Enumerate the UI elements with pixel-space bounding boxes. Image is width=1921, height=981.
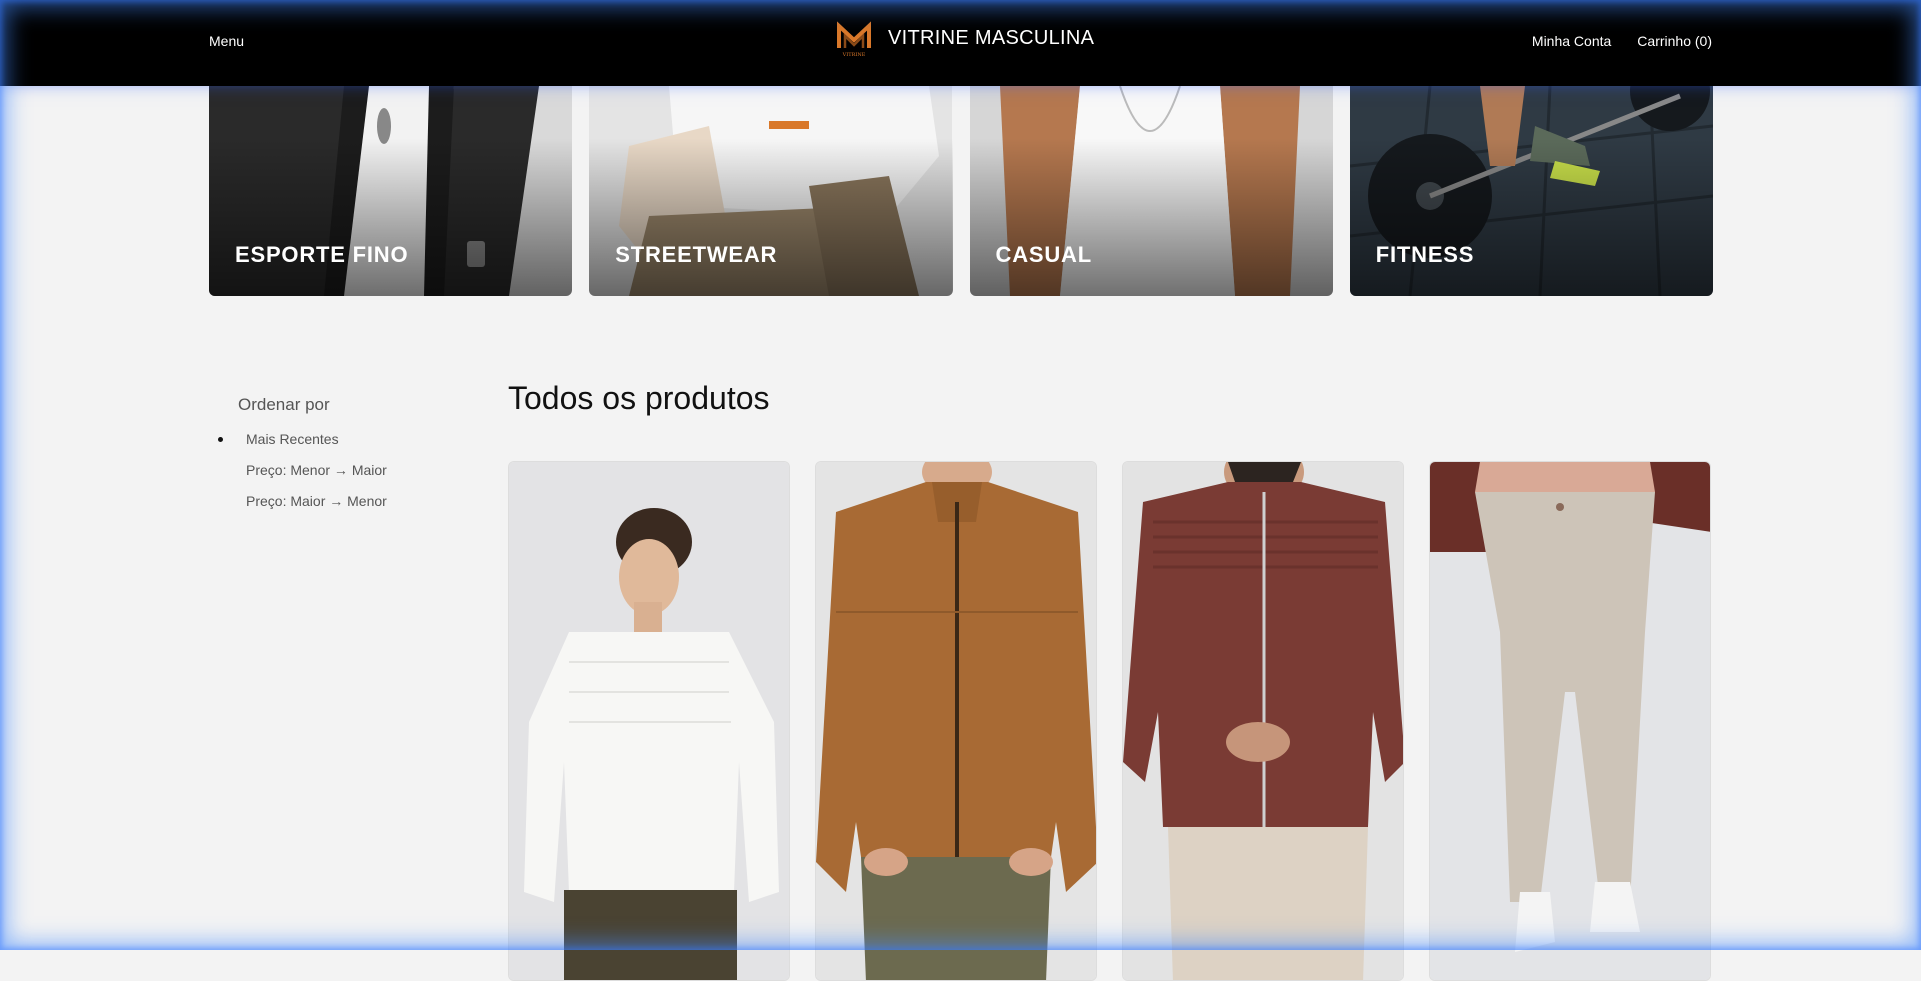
category-label: ESPORTE FINO	[235, 242, 409, 267]
product-grid	[508, 461, 1713, 981]
product-image-brown-jacket	[816, 462, 1096, 980]
sort-sidebar: Ordenar por Mais Recentes Preço: Menor →…	[218, 395, 458, 524]
account-link[interactable]: Minha Conta	[1532, 33, 1611, 49]
product-card[interactable]	[1429, 461, 1711, 981]
category-card-casual[interactable]: CASUAL	[969, 86, 1333, 296]
category-label: STREETWEAR	[615, 242, 778, 267]
product-card[interactable]	[815, 461, 1097, 981]
category-label: CASUAL	[995, 242, 1092, 267]
product-image-burgundy-jacket	[1123, 462, 1403, 980]
product-card[interactable]	[1122, 461, 1404, 981]
product-card[interactable]	[508, 461, 790, 981]
category-label: FITNESS	[1375, 242, 1475, 267]
sort-options: Mais Recentes Preço: Menor → Maior Preço…	[218, 431, 458, 524]
sort-option-recent[interactable]: Mais Recentes	[218, 431, 458, 462]
brand-link[interactable]: VITRINE VITRINE MASCULINA	[834, 18, 1094, 58]
category-row: ESPORTE FINO STREETWEAR CASUAL FITNESS	[209, 86, 1713, 296]
brand-logo-icon: VITRINE	[834, 18, 874, 58]
sort-title: Ordenar por	[238, 395, 330, 414]
brand-name: VITRINE MASCULINA	[888, 26, 1095, 49]
site-header: Menu VITRINE VITRINE MASCULINA Minha Con…	[0, 0, 1921, 86]
menu-button[interactable]: Menu	[209, 33, 244, 49]
product-image-white-sweater	[509, 462, 789, 980]
logo-text: VITRINE	[842, 52, 866, 58]
page-title: Todos os produtos	[508, 380, 770, 416]
category-card-fitness[interactable]: FITNESS	[1349, 86, 1713, 296]
cart-link[interactable]: Carrinho (0)	[1637, 33, 1712, 49]
sort-option-price-desc[interactable]: Preço: Maior → Menor	[238, 493, 458, 524]
product-image-beige-pants	[1430, 462, 1710, 980]
category-card-streetwear[interactable]: STREETWEAR	[589, 86, 953, 296]
category-card-esporte-fino[interactable]: ESPORTE FINO	[209, 86, 573, 296]
sort-option-price-asc[interactable]: Preço: Menor → Maior	[238, 462, 458, 493]
